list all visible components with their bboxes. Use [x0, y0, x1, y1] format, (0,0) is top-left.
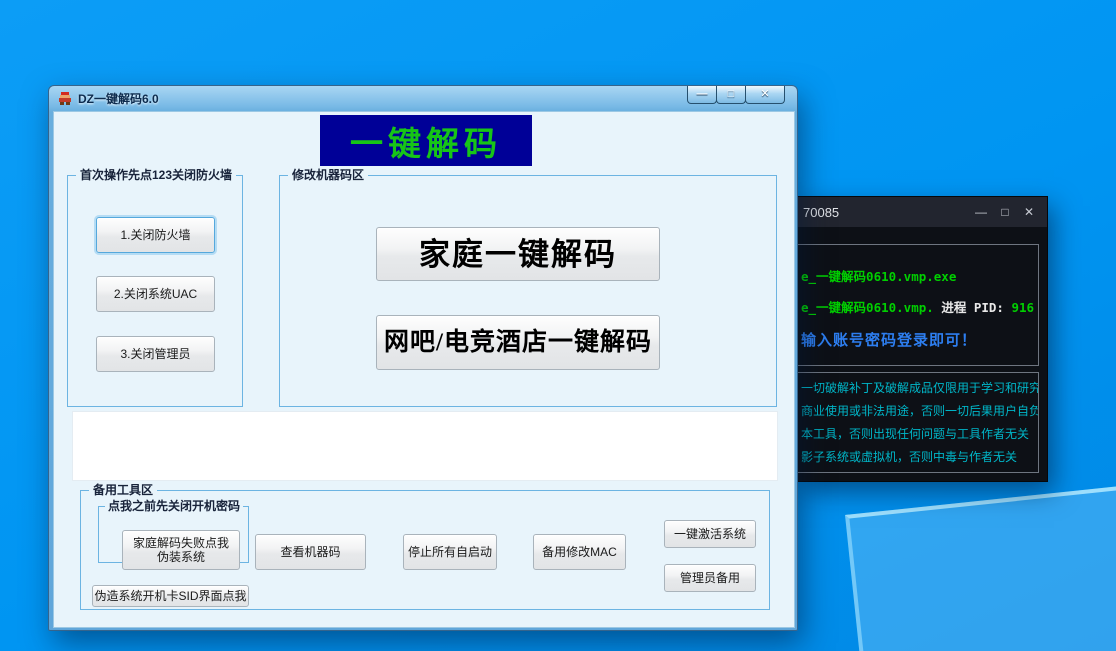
- console-caption-buttons: — □ ✕: [969, 197, 1041, 227]
- log-textarea[interactable]: [72, 411, 778, 481]
- disclaimer-line: 本工具，否则出现任何问题与工具作者无关: [801, 423, 1038, 446]
- minimize-icon[interactable]: —: [687, 86, 717, 104]
- close-uac-button[interactable]: 2.关闭系统UAC: [96, 276, 215, 312]
- console-window: 70085 — □ ✕ e_一键解码0610.vmp.exe e_一键解码061…: [796, 196, 1048, 482]
- main-window: DZ一键解码6.0 — □ ✕ 一键解码 首次操作先点123关闭防火墙 1.关闭…: [48, 85, 798, 631]
- group-machine-code-label: 修改机器码区: [288, 168, 368, 183]
- disclaimer-line: 商业使用或非法用途，否则一切后果用户自负: [801, 400, 1038, 423]
- console-window-title: 70085: [803, 205, 839, 220]
- main-window-title: DZ一键解码6.0: [78, 90, 159, 107]
- home-decode-fail-line1: 家庭解码失败点我: [133, 536, 229, 550]
- backup-modify-mac-button[interactable]: 备用修改MAC: [533, 534, 626, 570]
- cafe-hotel-decode-button[interactable]: 网吧/电竞酒店一键解码: [376, 315, 660, 370]
- group-boot-password: 点我之前先关闭开机密码 家庭解码失败点我 伪装系统: [98, 506, 249, 563]
- home-decode-button[interactable]: 家庭一键解码: [376, 227, 660, 281]
- main-caption-buttons: — □ ✕: [688, 86, 785, 104]
- close-firewall-button[interactable]: 1.关闭防火墙: [96, 217, 215, 253]
- minimize-icon[interactable]: —: [969, 197, 993, 227]
- desktop: 70085 — □ ✕ e_一键解码0610.vmp.exe e_一键解码061…: [0, 0, 1116, 651]
- group-backup-tools-label: 备用工具区: [89, 483, 157, 498]
- group-machine-code: 修改机器码区 家庭一键解码 网吧/电竞酒店一键解码: [279, 175, 777, 407]
- admin-backup-button[interactable]: 管理员备用: [664, 564, 756, 592]
- console-body: e_一键解码0610.vmp.exe e_一键解码0610.vmp. 进程 PI…: [797, 227, 1047, 481]
- view-machine-code-button[interactable]: 查看机器码: [255, 534, 366, 570]
- fake-sid-button[interactable]: 伪造系统开机卡SID界面点我: [92, 585, 249, 607]
- console-process-line: e_一键解码0610.vmp. 进程 PID: 916: [801, 297, 1034, 316]
- maximize-icon[interactable]: □: [716, 86, 746, 104]
- console-titlebar[interactable]: 70085 — □ ✕: [797, 197, 1047, 227]
- home-decode-fail-line2: 伪装系统: [157, 550, 205, 564]
- maximize-icon[interactable]: □: [993, 197, 1017, 227]
- close-admin-button[interactable]: 3.关闭管理员: [96, 336, 215, 372]
- group-boot-password-label: 点我之前先关闭开机密码: [105, 499, 243, 514]
- group-firewall-label: 首次操作先点123关闭防火墙: [76, 168, 236, 183]
- console-login-line: 输入账号密码登录即可！: [801, 329, 977, 350]
- main-titlebar[interactable]: DZ一键解码6.0: [49, 86, 797, 111]
- console-process-label: 进程 PID:: [941, 300, 1011, 315]
- disclaimer-line: 影子系统或虚拟机，否则中毒与作者无关: [801, 446, 1038, 469]
- home-decode-fail-button[interactable]: 家庭解码失败点我 伪装系统: [122, 530, 240, 570]
- disclaimer-line: 一切破解补丁及破解成品仅限用于学习和研究: [801, 377, 1038, 400]
- wallpaper-tilted-square: [845, 477, 1116, 651]
- console-status-box: e_一键解码0610.vmp.exe e_一键解码0610.vmp. 进程 PI…: [797, 244, 1039, 366]
- console-process-pid: 916: [1011, 300, 1034, 315]
- console-process-prefix: e_一键解码0610.vmp.: [801, 300, 941, 315]
- main-client-area: 一键解码 首次操作先点123关闭防火墙 1.关闭防火墙 2.关闭系统UAC 3.…: [53, 111, 795, 628]
- app-icon: [57, 91, 73, 107]
- banner-title: 一键解码: [320, 115, 532, 166]
- console-exe-line: e_一键解码0610.vmp.exe: [801, 266, 956, 285]
- close-icon[interactable]: ✕: [1017, 197, 1041, 227]
- activate-system-button[interactable]: 一键激活系统: [664, 520, 756, 548]
- group-backup-tools: 备用工具区 点我之前先关闭开机密码 家庭解码失败点我 伪装系统 伪造系统开机卡S…: [80, 490, 770, 610]
- console-disclaimer-box: 一切破解补丁及破解成品仅限用于学习和研究 商业使用或非法用途，否则一切后果用户自…: [797, 372, 1039, 473]
- group-firewall: 首次操作先点123关闭防火墙 1.关闭防火墙 2.关闭系统UAC 3.关闭管理员: [67, 175, 243, 407]
- close-icon[interactable]: ✕: [745, 86, 785, 104]
- stop-autostart-button[interactable]: 停止所有自启动: [403, 534, 497, 570]
